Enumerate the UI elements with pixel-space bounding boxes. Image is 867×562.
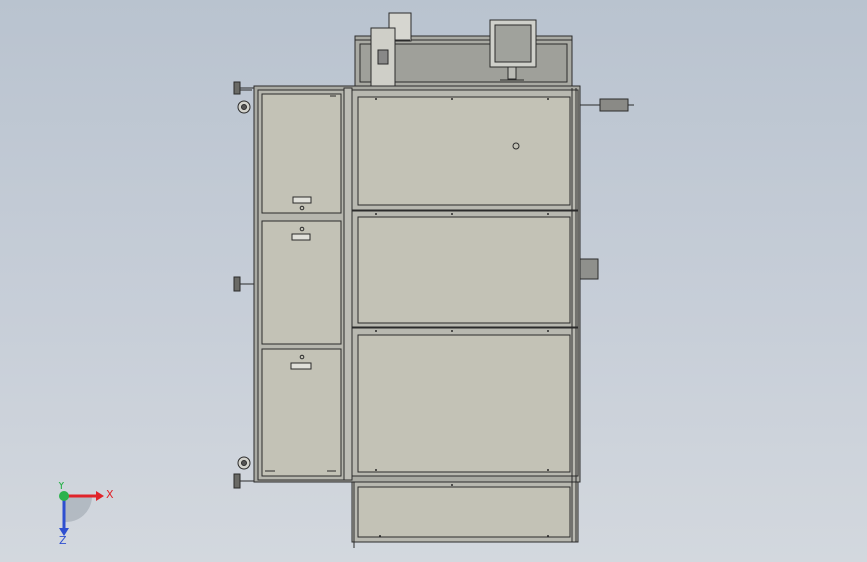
machine-model [233, 12, 634, 548]
panel-1 [351, 89, 579, 211]
lower-drawer [261, 348, 342, 477]
cable-gland [580, 98, 634, 112]
caster-top [237, 100, 251, 114]
foot-top [233, 81, 254, 95]
panel-4 [351, 481, 579, 548]
center-post [343, 87, 353, 481]
side-fitting [579, 258, 599, 280]
foot-bottom [233, 473, 254, 489]
panel-3 [351, 327, 579, 477]
axis-triad: X Y Z [57, 482, 114, 544]
x-axis-label: X [106, 488, 114, 501]
x-axis-head [96, 491, 104, 501]
caster-bottom [237, 456, 251, 470]
z-axis-label: Z [59, 534, 67, 544]
cad-viewport[interactable] [0, 0, 867, 562]
y-axis-label: Y [57, 482, 65, 492]
foot-mid [233, 276, 254, 292]
upper-drawer [261, 93, 342, 214]
y-axis-dot [59, 491, 69, 501]
triad-shadow [64, 496, 93, 523]
middle-drawer [261, 220, 342, 345]
panel-2 [351, 210, 579, 328]
